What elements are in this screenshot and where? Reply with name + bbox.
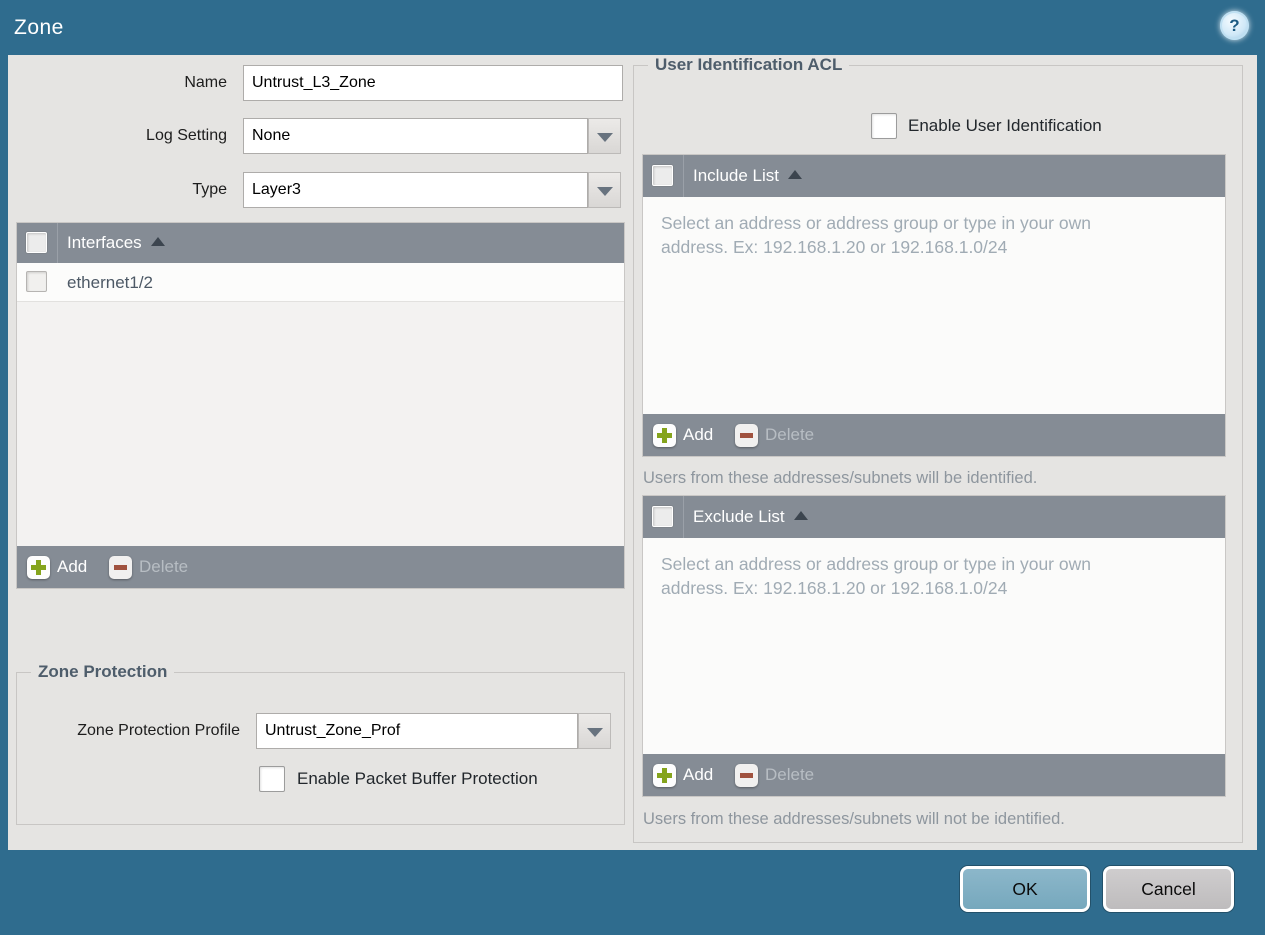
exclude-list-header-text: Exclude List [693,507,785,526]
interface-name: ethernet1/2 [67,273,154,292]
add-button[interactable]: Add [653,414,713,456]
ok-button[interactable]: OK [960,866,1090,912]
packet-buffer-protection-label: Enable Packet Buffer Protection [297,769,538,788]
exclude-list-body: Select an address or address group or ty… [643,538,1225,756]
include-list-header-label: Include List [693,155,802,197]
sort-ascending-icon [788,170,802,179]
log-setting-label: Log Setting [146,127,227,144]
delete-button[interactable]: Delete [109,546,188,588]
zone-protection-profile-input[interactable] [256,713,578,749]
cancel-button[interactable]: Cancel [1103,866,1234,912]
header-divider [683,496,684,538]
interfaces-table: Interfaces ethernet1/2 Add Delete [16,222,625,589]
include-list-note: Users from these addresses/subnets will … [643,469,1038,487]
header-divider [57,223,58,263]
type-input[interactable] [243,172,588,208]
interfaces-header-label: Interfaces [67,223,165,263]
add-button[interactable]: Add [653,754,713,796]
zone-protection-section: Zone Protection Zone Protection Profile … [16,662,625,825]
exclude-list-table: Exclude List Select an address or addres… [642,495,1226,797]
name-label: Name [184,74,227,91]
log-setting-dropdown-button[interactable] [588,118,621,154]
log-setting-input[interactable] [243,118,588,154]
delete-button[interactable]: Delete [735,414,814,456]
include-list-select-all-checkbox[interactable] [652,165,673,186]
zone-dialog-body: Name Log Setting Type Interfaces etherne… [8,55,1257,850]
help-icon[interactable]: ? [1220,11,1249,40]
delete-icon [735,423,758,447]
type-label: Type [192,181,227,198]
include-list-header[interactable]: Include List [643,155,1225,197]
exclude-list-footer: Add Delete [643,754,1225,796]
exclude-list-select-all-checkbox[interactable] [652,506,673,527]
zone-protection-legend: Zone Protection [31,662,175,682]
type-dropdown-button[interactable] [588,172,621,208]
dialog-title-bar: Zone ? [0,0,1265,55]
add-label: Add [683,765,714,784]
sort-ascending-icon [793,511,808,520]
user-identification-legend: User Identification ACL [648,55,850,75]
enable-user-identification-label: Enable User Identification [908,116,1102,135]
delete-icon [109,555,132,579]
sort-ascending-icon [150,237,165,246]
header-divider [683,155,684,197]
interfaces-footer: Add Delete [17,546,624,588]
add-button[interactable]: Add [27,546,87,588]
enable-user-identification-checkbox[interactable] [871,113,897,139]
zone-protection-profile-label: Zone Protection Profile [77,722,240,739]
exclude-list-note: Users from these addresses/subnets will … [643,810,1065,828]
chevron-down-icon [597,187,613,196]
chevron-down-icon [597,133,613,142]
table-row[interactable]: ethernet1/2 [17,263,624,302]
exclude-list-placeholder: Select an address or address group or ty… [661,554,1091,598]
row-checkbox[interactable] [26,271,47,292]
packet-buffer-protection-checkbox[interactable] [259,766,285,792]
name-input[interactable] [243,65,623,101]
interfaces-body: ethernet1/2 [17,263,624,548]
delete-label: Delete [765,425,815,444]
include-list-footer: Add Delete [643,414,1225,456]
include-list-body: Select an address or address group or ty… [643,197,1225,416]
delete-label: Delete [765,765,815,784]
delete-label: Delete [139,557,189,576]
interfaces-header-text: Interfaces [67,233,142,252]
add-label: Add [683,425,714,444]
include-list-table: Include List Select an address or addres… [642,154,1226,457]
interfaces-select-all-checkbox[interactable] [26,232,47,253]
interfaces-header[interactable]: Interfaces [17,223,624,263]
add-label: Add [57,557,88,576]
add-icon [27,555,50,579]
exclude-list-header-label: Exclude List [693,496,808,538]
delete-button[interactable]: Delete [735,754,814,796]
include-list-header-text: Include List [693,166,779,185]
add-icon [653,423,676,447]
dialog-title: Zone [14,16,64,39]
add-icon [653,763,676,787]
include-list-placeholder: Select an address or address group or ty… [661,213,1091,257]
user-identification-section: User Identification ACL Enable User Iden… [633,55,1243,843]
chevron-down-icon [587,728,603,737]
exclude-list-header[interactable]: Exclude List [643,496,1225,538]
delete-icon [735,763,758,787]
zone-protection-profile-dropdown-button[interactable] [578,713,611,749]
